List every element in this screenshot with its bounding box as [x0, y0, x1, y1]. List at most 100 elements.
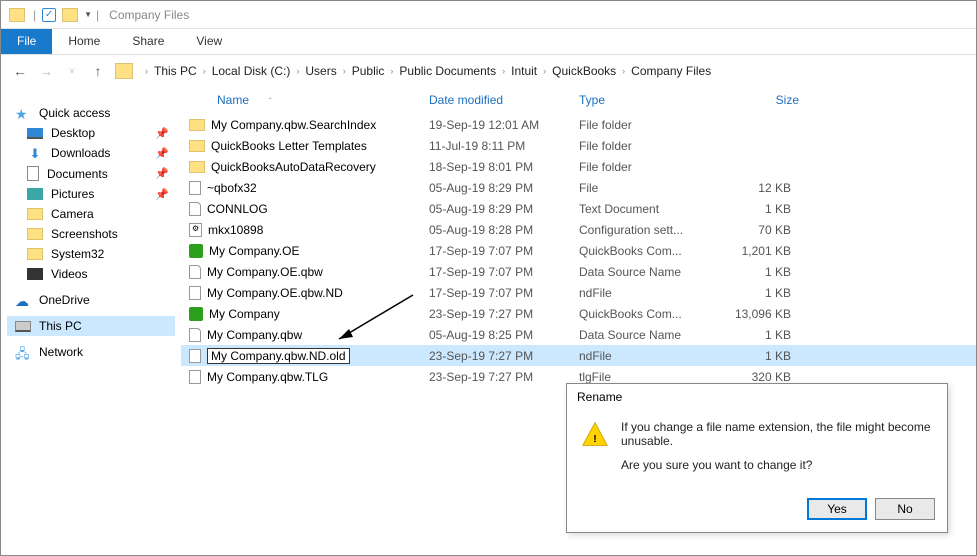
file-size: 12 KB	[719, 181, 799, 195]
file-row[interactable]: CONNLOG05-Aug-19 8:29 PMText Document1 K…	[181, 198, 976, 219]
pin-icon: 📌	[155, 188, 169, 201]
chevron-right-icon[interactable]: ›	[296, 66, 299, 76]
file-row[interactable]: My Company.OE.qbw17-Sep-19 7:07 PMData S…	[181, 261, 976, 282]
no-button[interactable]: No	[875, 498, 935, 520]
dialog-text: If you change a file name extension, the…	[621, 420, 933, 482]
yes-button[interactable]: Yes	[807, 498, 867, 520]
sidebar-this-pc[interactable]: This PC	[7, 316, 175, 336]
dialog-title: Rename	[567, 384, 947, 410]
file-row[interactable]: My Company.OE.qbw.ND 17-Sep-19 7:07 PMndF…	[181, 282, 976, 303]
rename-input[interactable]: My Company.qbw.ND.old	[207, 348, 350, 364]
crumb[interactable]: Public	[352, 64, 385, 78]
file-row[interactable]: QuickBooksAutoDataRecovery18-Sep-19 8:01…	[181, 156, 976, 177]
sidebar-item-system32[interactable]: System32	[7, 244, 175, 264]
chevron-right-icon[interactable]: ›	[502, 66, 505, 76]
fileg-icon	[189, 328, 201, 342]
quick-access-toolbar: ✓ ▼	[42, 8, 92, 22]
file-row[interactable]: My Company.qbw.ND.old23-Sep-19 7:27 PMnd…	[181, 345, 976, 366]
chevron-right-icon[interactable]: ›	[343, 66, 346, 76]
new-folder-icon[interactable]	[62, 8, 78, 22]
file-row[interactable]: mkx1089805-Aug-19 8:28 PMConfiguration s…	[181, 219, 976, 240]
breadcrumb[interactable]: › This PC › Local Disk (C:) › Users › Publi…	[141, 64, 966, 78]
file-size: 320 KB	[719, 370, 799, 384]
up-button[interactable]: ↑	[89, 62, 107, 80]
crumb[interactable]: Users	[305, 64, 336, 78]
crumb[interactable]: QuickBooks	[552, 64, 616, 78]
file-type: Data Source Name	[579, 265, 719, 279]
fileg-icon	[189, 265, 201, 279]
sidebar-item-label: Quick access	[39, 106, 110, 120]
file-row[interactable]: My Company.qbw05-Aug-19 8:25 PMData Sour…	[181, 324, 976, 345]
sidebar-onedrive[interactable]: ☁OneDrive	[7, 290, 175, 310]
sidebar-network[interactable]: 🖧Network	[7, 342, 175, 362]
file-type: ndFile	[579, 286, 719, 300]
tab-home[interactable]: Home	[52, 29, 116, 54]
sidebar-item-camera[interactable]: Camera	[7, 204, 175, 224]
crumb[interactable]: This PC	[154, 64, 197, 78]
file-type: File folder	[579, 139, 719, 153]
chevron-right-icon[interactable]: ›	[622, 66, 625, 76]
file-row[interactable]: QuickBooks Letter Templates 11-Jul-19 8:1…	[181, 135, 976, 156]
chevron-right-icon[interactable]: ›	[390, 66, 393, 76]
back-button[interactable]: ←	[11, 62, 29, 80]
file-type: Configuration sett...	[579, 223, 719, 237]
address-bar: ← → ˅ ↑ › This PC › Local Disk (C:) › User…	[1, 55, 976, 87]
recent-dropdown-icon[interactable]: ˅	[63, 62, 81, 80]
sidebar-item-pictures[interactable]: Pictures 📌	[7, 184, 175, 204]
file-date: 11-Jul-19 8:11 PM	[429, 139, 579, 153]
file-type: File folder	[579, 118, 719, 132]
sidebar-item-label: Network	[39, 345, 83, 359]
sidebar-quick-access[interactable]: ★ Quick access	[7, 103, 175, 123]
file-row[interactable]: ~qbofx3205-Aug-19 8:29 PMFile12 KB	[181, 177, 976, 198]
sidebar-item-desktop[interactable]: Desktop📌	[7, 123, 175, 143]
crumb[interactable]: Local Disk (C:)	[212, 64, 291, 78]
qat-dropdown-icon[interactable]: ▼	[84, 10, 92, 19]
file-size: 1 KB	[719, 286, 799, 300]
crumb[interactable]: Intuit	[511, 64, 537, 78]
sidebar-item-documents[interactable]: Documents📌	[7, 163, 175, 184]
file-row[interactable]: My Company.qbw.SearchIndex19-Sep-19 12:0…	[181, 114, 976, 135]
rename-dialog: Rename ! If you change a file name exten…	[566, 383, 948, 533]
column-size[interactable]: Size	[719, 93, 799, 107]
column-date[interactable]: Date modified	[429, 93, 579, 107]
forward-button[interactable]: →	[37, 62, 55, 80]
file-type: QuickBooks Com...	[579, 244, 719, 258]
file-name: My Company.OE.qbw.ND	[207, 286, 343, 300]
folder-icon	[27, 228, 43, 240]
file-name: My Company.qbw	[207, 328, 302, 342]
file-row[interactable]: My Company.OE17-Sep-19 7:07 PMQuickBooks…	[181, 240, 976, 261]
chevron-right-icon[interactable]: ›	[203, 66, 206, 76]
file-row[interactable]: My Company23-Sep-19 7:27 PMQuickBooks Co…	[181, 303, 976, 324]
column-type[interactable]: Type	[579, 93, 719, 107]
sidebar-item-downloads[interactable]: ⬇Downloads📌	[7, 143, 175, 163]
sidebar-item-label: Desktop	[51, 126, 95, 140]
file-size: 1 KB	[719, 265, 799, 279]
ribbon: File Home Share View	[1, 29, 976, 55]
chevron-right-icon[interactable]: ›	[145, 66, 148, 76]
sidebar-item-screenshots[interactable]: Screenshots	[7, 224, 175, 244]
tab-file[interactable]: File	[1, 29, 52, 54]
crumb[interactable]: Public Documents	[399, 64, 496, 78]
videos-icon	[27, 268, 43, 280]
properties-icon[interactable]: ✓	[42, 8, 56, 22]
file-size: 1 KB	[719, 349, 799, 363]
column-name[interactable]: Nameˆ	[189, 93, 429, 107]
sidebar-item-videos[interactable]: Videos	[7, 264, 175, 284]
file-name: QuickBooks Letter Templates	[211, 139, 367, 153]
sidebar-item-label: Pictures	[51, 187, 94, 201]
chevron-right-icon[interactable]: ›	[543, 66, 546, 76]
titlebar: | ✓ ▼ | Company Files	[1, 1, 976, 29]
folder-icon	[189, 119, 205, 131]
file-date: 17-Sep-19 7:07 PM	[429, 286, 579, 300]
qb-icon	[189, 307, 203, 321]
crumb[interactable]: Company Files	[631, 64, 711, 78]
tab-view[interactable]: View	[180, 29, 238, 54]
file-date: 23-Sep-19 7:27 PM	[429, 349, 579, 363]
sidebar-item-label: Downloads	[51, 146, 110, 160]
window-title: Company Files	[109, 8, 189, 22]
cloud-icon: ☁	[15, 293, 31, 307]
file-icon	[189, 370, 201, 384]
tab-share[interactable]: Share	[116, 29, 180, 54]
file-date: 19-Sep-19 12:01 AM	[429, 118, 579, 132]
qb-icon	[189, 244, 203, 258]
